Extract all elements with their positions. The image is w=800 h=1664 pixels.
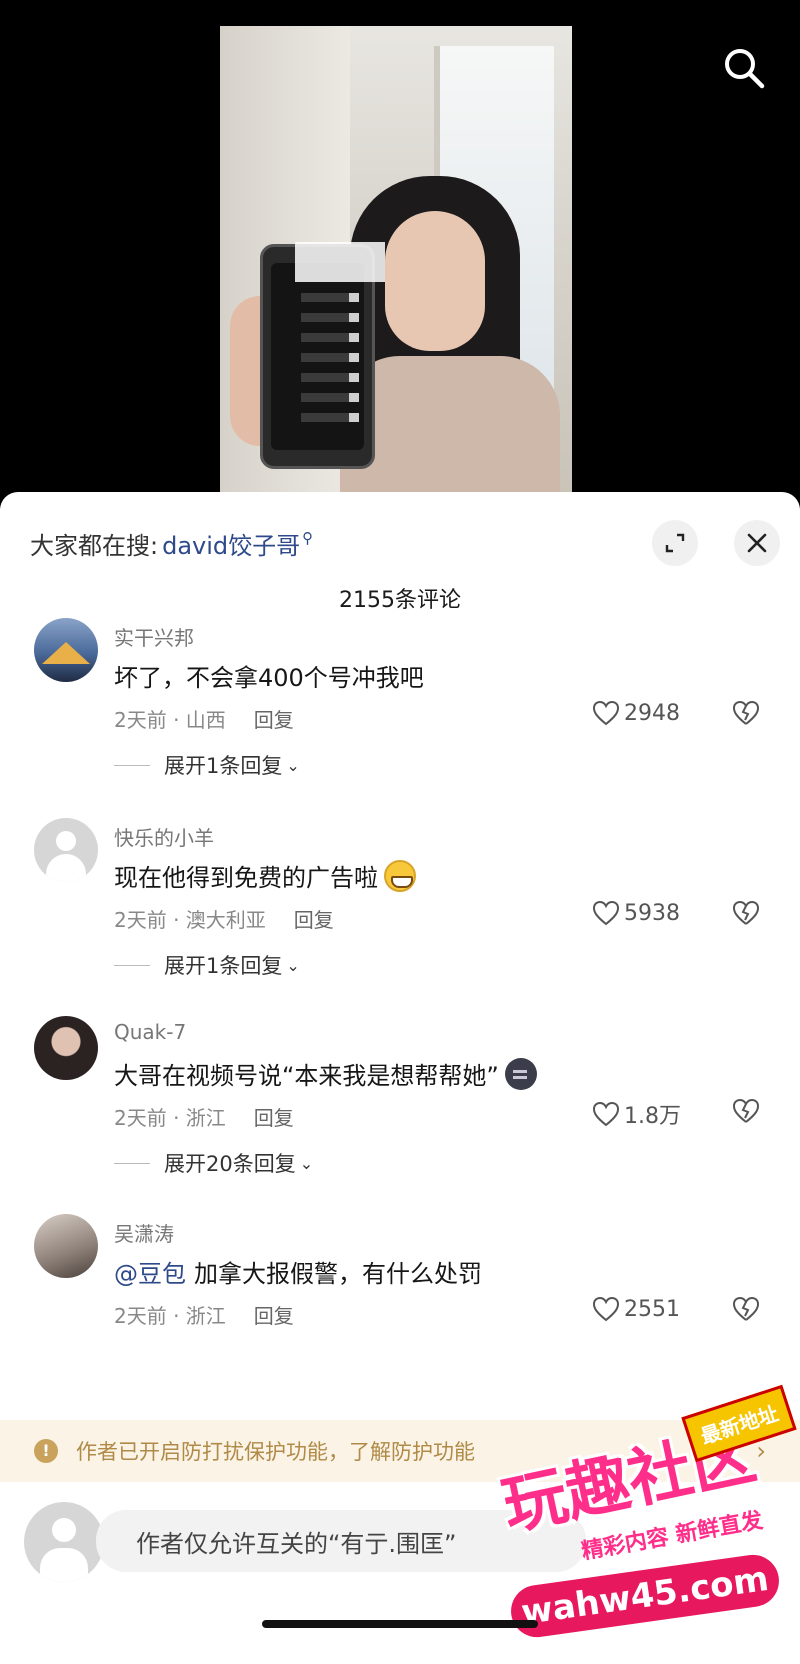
like-count: 2948 <box>624 700 680 726</box>
like-button[interactable]: 5938 <box>592 900 680 926</box>
chevron-down-icon: ⌄ <box>286 955 300 975</box>
mountain-avatar[interactable] <box>34 618 98 682</box>
divider-dash <box>114 964 150 966</box>
warning-icon: ! <box>34 1439 58 1463</box>
heart-icon <box>592 700 620 726</box>
comment-time-location: 2天前 · 山西 <box>114 708 226 732</box>
dislike-button[interactable] <box>732 900 760 930</box>
notice-text: 作者已开启防打扰保护功能，了解防护功能 <box>76 1440 475 1464</box>
divider-dash <box>114 764 150 766</box>
photo-avatar[interactable] <box>34 1016 98 1080</box>
expand-replies[interactable]: 展开20条回复 ⌄ <box>114 1148 313 1178</box>
hot-search-keyword[interactable]: david饺子哥 <box>162 526 300 561</box>
comment-username[interactable]: 快乐的小羊 <box>114 822 214 851</box>
divider-dash <box>114 1162 150 1164</box>
reply-button[interactable]: 回复 <box>294 904 334 933</box>
comment-time-location: 2天前 · 澳大利亚 <box>114 908 266 932</box>
comment-item: 快乐的小羊 现在他得到免费的广告啦 2天前 · 澳大利亚 回复 5938 展开1… <box>0 818 800 1018</box>
like-button[interactable]: 2948 <box>592 700 680 726</box>
hot-search[interactable]: 大家都在搜: david饺子哥 ⚲ <box>30 526 313 561</box>
heart-icon <box>592 1296 620 1322</box>
search-button[interactable] <box>720 44 768 92</box>
dark-emoji <box>504 1057 537 1090</box>
default-avatar <box>24 1502 104 1582</box>
comment-username[interactable]: 实干兴邦 <box>114 622 194 651</box>
close-icon <box>747 533 767 553</box>
like-button[interactable]: 1.8万 <box>592 1098 681 1130</box>
mention-link[interactable]: @豆包 <box>114 1254 186 1289</box>
expand-replies-label: 展开1条回复 <box>164 954 283 978</box>
video-person-face <box>385 211 485 351</box>
chevron-down-icon: ⌄ <box>286 755 300 775</box>
grin-emoji <box>384 859 416 892</box>
like-count: 1.8万 <box>624 1104 681 1129</box>
comment-text: @豆包 加拿大报假警，有什么处罚 <box>114 1254 482 1289</box>
like-button[interactable]: 2551 <box>592 1296 680 1322</box>
comment-count: 2155条评论 <box>339 588 461 613</box>
comment-meta: 2天前 · 浙江 回复 <box>114 1300 294 1329</box>
chevron-down-icon: ⌄ <box>299 1153 314 1173</box>
comment-item: Quak-7 大哥在视频号说“本来我是想帮帮她” 2天前 · 浙江 回复 1.8… <box>0 1016 800 1216</box>
comment-username[interactable]: Quak-7 <box>114 1020 186 1044</box>
close-button[interactable] <box>734 520 780 566</box>
comment-time-location: 2天前 · 浙江 <box>114 1106 226 1130</box>
dislike-button[interactable] <box>732 1098 760 1128</box>
reply-button[interactable]: 回复 <box>254 1300 294 1329</box>
comment-meta: 2天前 · 浙江 回复 <box>114 1102 294 1131</box>
dislike-button[interactable] <box>732 700 760 730</box>
expand-replies[interactable]: 展开1条回复 ⌄ <box>114 750 300 780</box>
reply-button[interactable]: 回复 <box>254 1102 294 1131</box>
fullscreen-button[interactable] <box>652 520 698 566</box>
heart-icon <box>592 1101 620 1127</box>
broken-heart-icon <box>732 900 760 925</box>
like-count: 5938 <box>624 900 680 926</box>
photo-avatar[interactable] <box>34 1214 98 1278</box>
dislike-button[interactable] <box>732 1296 760 1326</box>
comment-item: 实干兴邦 坏了，不会拿400个号冲我吧 2天前 · 山西 回复 2948 展开1… <box>0 618 800 818</box>
like-count: 2551 <box>624 1296 680 1322</box>
reply-button[interactable]: 回复 <box>254 704 294 733</box>
watermark-url: wahw45.com <box>507 1551 783 1641</box>
comment-username[interactable]: 吴潇涛 <box>114 1218 174 1247</box>
comment-text: 坏了，不会拿400个号冲我吧 <box>114 664 424 692</box>
expand-icon <box>665 533 685 553</box>
video-blur-patch <box>295 242 385 282</box>
expand-replies-label: 展开20条回复 <box>164 1152 296 1176</box>
search-small-icon: ⚲ <box>302 528 314 547</box>
search-icon <box>725 49 765 89</box>
video-player[interactable] <box>220 26 572 496</box>
heart-icon <box>592 900 620 926</box>
comment-item: 吴潇涛 @豆包 加拿大报假警，有什么处罚 2天前 · 浙江 回复 2551 <box>0 1214 800 1414</box>
comment-meta: 2天前 · 澳大利亚 回复 <box>114 904 334 933</box>
comment-time-location: 2天前 · 浙江 <box>114 1304 226 1328</box>
sheet-header: 大家都在搜: david饺子哥 ⚲ <box>30 520 780 568</box>
default-avatar[interactable] <box>34 818 98 882</box>
home-indicator[interactable] <box>262 1620 538 1628</box>
broken-heart-icon <box>732 1296 760 1321</box>
expand-replies[interactable]: 展开1条回复 ⌄ <box>114 950 300 980</box>
expand-replies-label: 展开1条回复 <box>164 754 283 778</box>
broken-heart-icon <box>732 700 760 725</box>
hot-search-prefix: 大家都在搜: <box>30 532 159 560</box>
comment-meta: 2天前 · 山西 回复 <box>114 704 294 733</box>
comment-text: 现在他得到免费的广告啦 <box>114 858 416 893</box>
broken-heart-icon <box>732 1098 760 1123</box>
comment-text: 大哥在视频号说“本来我是想帮帮她” <box>114 1056 537 1091</box>
